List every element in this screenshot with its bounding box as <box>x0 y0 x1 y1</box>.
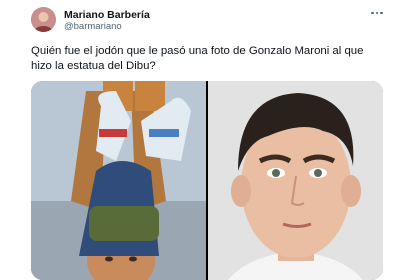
statue-photo[interactable] <box>31 81 206 280</box>
tweet-card: Mariano Barbería @barmariano Quién fue e… <box>0 0 420 280</box>
tweet-media[interactable] <box>31 81 383 280</box>
author-handle[interactable]: @barmariano <box>64 21 122 33</box>
player-portrait-photo[interactable] <box>208 81 383 280</box>
user-avatar-icon <box>31 7 56 32</box>
author-name[interactable]: Mariano Barbería <box>64 9 150 21</box>
tweet-text: Quién fue el jodón que le pasó una foto … <box>31 45 364 72</box>
more-horizontal-icon[interactable] <box>368 6 386 20</box>
avatar[interactable] <box>31 7 56 32</box>
